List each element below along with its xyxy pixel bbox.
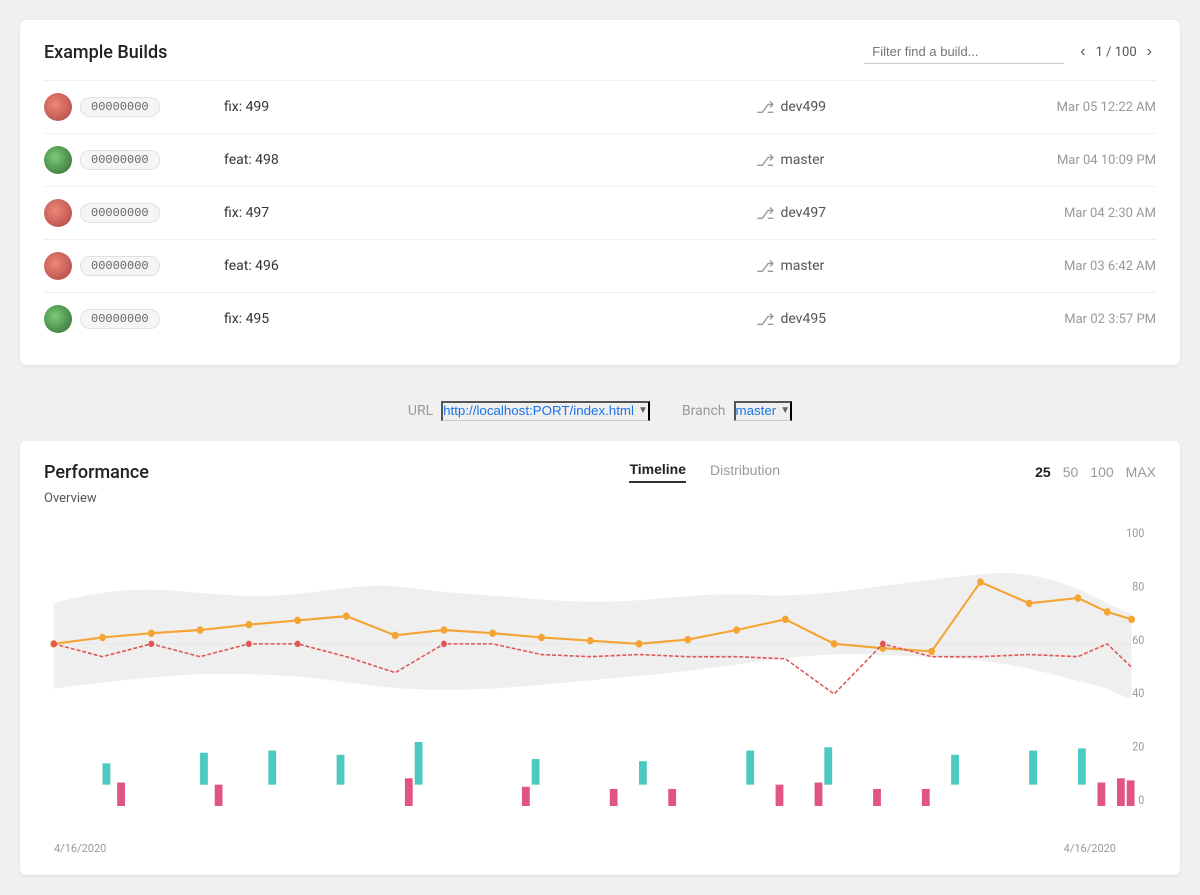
build-branch-cell: ⎇ master <box>756 151 956 170</box>
url-dropdown-button[interactable]: http://localhost:PORT/index.html ▼ <box>441 401 650 421</box>
build-branch: master <box>780 258 824 274</box>
svg-text:100: 100 <box>1126 527 1144 541</box>
url-value: http://localhost:PORT/index.html <box>443 403 634 418</box>
build-id-badge: 00000000 <box>80 97 160 117</box>
count-100-button[interactable]: 100 <box>1090 464 1113 480</box>
prev-page-button[interactable]: ‹ <box>1076 41 1089 63</box>
svg-text:40: 40 <box>1132 687 1144 701</box>
build-branch: dev497 <box>780 205 826 221</box>
build-branch: dev499 <box>780 99 826 115</box>
build-description: fix: 495 <box>224 311 756 327</box>
chart-svg: 100 80 60 40 20 0 <box>44 518 1156 838</box>
build-branch-cell: ⎇ master <box>756 257 956 276</box>
svg-text:20: 20 <box>1132 740 1144 754</box>
perf-title: Performance <box>44 462 374 483</box>
url-chevron-down-icon: ▼ <box>638 405 648 416</box>
branch-icon: ⎇ <box>756 257 774 276</box>
count-max-button[interactable]: MAX <box>1126 464 1156 480</box>
branch-icon: ⎇ <box>756 204 774 223</box>
avatar <box>44 199 72 227</box>
overview-label: Overview <box>44 491 1156 506</box>
builds-list: 00000000 fix: 499 ⎇ dev499 Mar 05 12:22 … <box>44 80 1156 345</box>
tab-timeline[interactable]: Timeline <box>629 461 686 483</box>
svg-text:60: 60 <box>1132 633 1144 647</box>
branch-icon: ⎇ <box>756 310 774 329</box>
perf-tabs: Timeline Distribution <box>374 461 1035 483</box>
table-row[interactable]: 00000000 fix: 495 ⎇ dev495 Mar 02 3:57 P… <box>44 292 1156 345</box>
branch-dropdown-button[interactable]: master ▼ <box>734 401 793 421</box>
build-id-badge: 00000000 <box>80 256 160 276</box>
build-id-badge: 00000000 <box>80 203 160 223</box>
builds-title: Example Builds <box>44 42 167 63</box>
build-id-cell: 00000000 <box>44 93 224 121</box>
build-branch: dev495 <box>780 311 826 327</box>
branch-icon: ⎇ <box>756 98 774 117</box>
build-description: fix: 499 <box>224 99 756 115</box>
build-id-cell: 00000000 <box>44 199 224 227</box>
build-branch-cell: ⎇ dev499 <box>756 98 956 117</box>
perf-count-buttons: 25 50 100 MAX <box>1035 464 1156 480</box>
build-date: Mar 04 10:09 PM <box>956 153 1156 168</box>
svg-text:0: 0 <box>1138 793 1144 807</box>
builds-panel: Example Builds ‹ 1 / 100 › 00000000 fix:… <box>20 20 1180 365</box>
builds-header: Example Builds ‹ 1 / 100 › <box>44 40 1156 64</box>
date-start: 4/16/2020 <box>54 842 106 855</box>
branch-value: master <box>736 403 777 418</box>
avatar <box>44 252 72 280</box>
avatar <box>44 146 72 174</box>
filter-bar: URL http://localhost:PORT/index.html ▼ B… <box>20 389 1180 441</box>
svg-text:80: 80 <box>1132 580 1144 594</box>
count-50-button[interactable]: 50 <box>1063 464 1079 480</box>
avatar <box>44 93 72 121</box>
tab-distribution[interactable]: Distribution <box>710 461 780 483</box>
build-id-cell: 00000000 <box>44 146 224 174</box>
pagination-label: 1 / 100 <box>1096 45 1137 60</box>
url-filter-item: URL http://localhost:PORT/index.html ▼ <box>408 401 650 421</box>
table-row[interactable]: 00000000 feat: 498 ⎇ master Mar 04 10:09… <box>44 133 1156 186</box>
build-date: Mar 04 2:30 AM <box>956 206 1156 221</box>
branch-label: Branch <box>682 403 726 419</box>
build-branch-cell: ⎇ dev495 <box>756 310 956 329</box>
build-id-cell: 00000000 <box>44 305 224 333</box>
build-description: feat: 498 <box>224 152 756 168</box>
build-id-cell: 00000000 <box>44 252 224 280</box>
table-row[interactable]: 00000000 fix: 497 ⎇ dev497 Mar 04 2:30 A… <box>44 186 1156 239</box>
branch-icon: ⎇ <box>756 151 774 170</box>
branch-chevron-down-icon: ▼ <box>780 405 790 416</box>
next-page-button[interactable]: › <box>1143 41 1156 63</box>
table-row[interactable]: 00000000 feat: 496 ⎇ master Mar 03 6:42 … <box>44 239 1156 292</box>
performance-panel: Performance Timeline Distribution 25 50 … <box>20 441 1180 875</box>
chart-container: 100 80 60 40 20 0 <box>44 518 1156 838</box>
date-labels: 4/16/2020 4/16/2020 <box>44 842 1156 855</box>
avatar <box>44 305 72 333</box>
table-row[interactable]: 00000000 fix: 499 ⎇ dev499 Mar 05 12:22 … <box>44 80 1156 133</box>
build-date: Mar 05 12:22 AM <box>956 100 1156 115</box>
count-25-button[interactable]: 25 <box>1035 464 1051 480</box>
build-id-badge: 00000000 <box>80 150 160 170</box>
build-branch: master <box>780 152 824 168</box>
builds-header-right: ‹ 1 / 100 › <box>864 40 1156 64</box>
filter-input[interactable] <box>864 40 1064 64</box>
branch-filter-item: Branch master ▼ <box>682 401 792 421</box>
build-branch-cell: ⎇ dev497 <box>756 204 956 223</box>
build-id-badge: 00000000 <box>80 309 160 329</box>
build-description: feat: 496 <box>224 258 756 274</box>
perf-header: Performance Timeline Distribution 25 50 … <box>44 461 1156 483</box>
pagination: ‹ 1 / 100 › <box>1076 41 1156 63</box>
build-date: Mar 02 3:57 PM <box>956 312 1156 327</box>
build-date: Mar 03 6:42 AM <box>956 259 1156 274</box>
url-label: URL <box>408 403 433 419</box>
date-end: 4/16/2020 <box>1064 842 1116 855</box>
build-description: fix: 497 <box>224 205 756 221</box>
